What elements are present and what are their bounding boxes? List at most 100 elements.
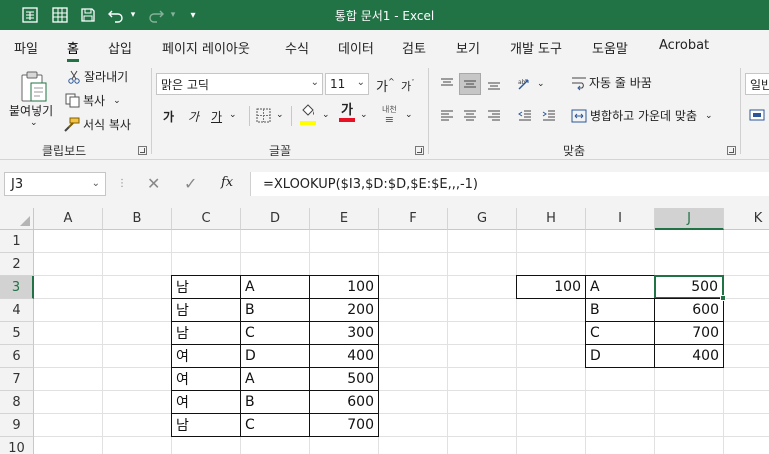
- clipboard-launcher-icon[interactable]: [138, 146, 147, 155]
- column-header-b[interactable]: B: [103, 208, 172, 230]
- tab-view[interactable]: 보기: [456, 38, 480, 57]
- value-cell[interactable]: 400: [309, 344, 379, 368]
- lookup-key-cell[interactable]: A: [585, 275, 655, 299]
- lookup-result-cell[interactable]: 600: [654, 298, 724, 322]
- borders-dropdown-icon[interactable]: ⌄: [276, 110, 284, 120]
- wrap-text-button[interactable]: 자동 줄 바꿈: [571, 74, 652, 91]
- underline-dropdown-icon[interactable]: ⌄: [229, 110, 237, 120]
- font-color-dropdown-icon[interactable]: ⌄: [360, 110, 368, 120]
- orientation-icon[interactable]: ab: [514, 73, 536, 95]
- row-header-1[interactable]: 1: [0, 230, 34, 253]
- gender-cell[interactable]: 남: [171, 413, 241, 437]
- code-cell[interactable]: D: [240, 344, 310, 368]
- gender-cell[interactable]: 남: [171, 275, 241, 299]
- name-box[interactable]: J3 ⌄: [4, 172, 106, 196]
- gender-cell[interactable]: 남: [171, 321, 241, 345]
- value-cell[interactable]: 500: [309, 367, 379, 391]
- column-header-a[interactable]: A: [34, 208, 103, 230]
- cut-button[interactable]: 잘라내기: [66, 68, 128, 85]
- tab-data[interactable]: 데이터: [338, 38, 374, 57]
- tab-developer[interactable]: 개발 도구: [510, 38, 562, 57]
- shrink-font-button[interactable]: 가ˇ: [401, 78, 415, 94]
- formula-bar-splitter-icon[interactable]: ⋮: [117, 178, 127, 189]
- font-name-select[interactable]: 맑은 고딕 ⌄: [156, 73, 323, 95]
- code-cell[interactable]: A: [240, 275, 310, 299]
- column-header-g[interactable]: G: [448, 208, 517, 230]
- tab-acrobat[interactable]: Acrobat: [659, 38, 709, 53]
- tab-home[interactable]: 홈: [67, 38, 79, 62]
- align-center-icon[interactable]: [459, 105, 481, 127]
- merge-center-button[interactable]: 병합하고 가운데 맞춤 ⌄: [571, 107, 713, 124]
- tab-help[interactable]: 도움말: [592, 38, 628, 57]
- value-cell[interactable]: 700: [309, 413, 379, 437]
- lookup-result-cell[interactable]: 400: [654, 344, 724, 368]
- code-cell[interactable]: B: [240, 390, 310, 414]
- lookup-key-cell[interactable]: C: [585, 321, 655, 345]
- code-cell[interactable]: C: [240, 413, 310, 437]
- paste-icon[interactable]: [12, 68, 56, 104]
- lookup-key-cell[interactable]: B: [585, 298, 655, 322]
- align-left-icon[interactable]: [436, 105, 458, 127]
- number-format-select[interactable]: 일반: [745, 73, 769, 95]
- value-cell[interactable]: 100: [309, 275, 379, 299]
- merge-dropdown-icon[interactable]: ⌄: [705, 111, 713, 121]
- tab-review[interactable]: 검토: [402, 38, 426, 57]
- grow-font-button[interactable]: 가 ^: [376, 76, 395, 95]
- insert-function-icon[interactable]: fx: [221, 175, 233, 190]
- font-launcher-icon[interactable]: [415, 146, 424, 155]
- code-cell[interactable]: C: [240, 321, 310, 345]
- value-cell[interactable]: 200: [309, 298, 379, 322]
- row-header-7[interactable]: 7: [0, 368, 34, 391]
- align-right-icon[interactable]: [483, 105, 505, 127]
- column-header-c[interactable]: C: [172, 208, 241, 230]
- column-header-f[interactable]: F: [379, 208, 448, 230]
- tab-page-layout[interactable]: 페이지 레이아웃: [162, 38, 250, 57]
- fill-handle[interactable]: [720, 295, 726, 301]
- font-color-button[interactable]: 가: [339, 104, 355, 122]
- italic-button[interactable]: 가: [188, 108, 199, 125]
- column-header-j[interactable]: J: [655, 208, 724, 230]
- row-header-3[interactable]: 3: [0, 276, 34, 299]
- copy-button[interactable]: 복사 ⌄: [63, 92, 121, 109]
- formula-input[interactable]: =XLOOKUP($I3,$D:$D,$E:$E,,,-1): [250, 172, 769, 196]
- row-header-6[interactable]: 6: [0, 345, 34, 368]
- row-header-5[interactable]: 5: [0, 322, 34, 345]
- font-size-select[interactable]: 11 ⌄: [325, 73, 369, 95]
- column-header-e[interactable]: E: [310, 208, 379, 230]
- gender-cell[interactable]: 여: [171, 367, 241, 391]
- borders-icon[interactable]: [256, 108, 271, 123]
- tab-insert[interactable]: 삽입: [108, 38, 132, 57]
- row-header-10[interactable]: 10: [0, 437, 34, 454]
- active-cell[interactable]: 500: [654, 275, 724, 299]
- bold-button[interactable]: 가: [163, 108, 174, 125]
- select-all-button[interactable]: [0, 208, 34, 230]
- column-header-h[interactable]: H: [517, 208, 586, 230]
- value-cell[interactable]: 600: [309, 390, 379, 414]
- row-header-2[interactable]: 2: [0, 253, 34, 276]
- alignment-launcher-icon[interactable]: [727, 146, 736, 155]
- tab-file[interactable]: 파일: [14, 38, 38, 57]
- column-header-d[interactable]: D: [241, 208, 310, 230]
- copy-dropdown-icon[interactable]: ⌄: [113, 96, 121, 106]
- lookup-key-cell[interactable]: D: [585, 344, 655, 368]
- gender-cell[interactable]: 남: [171, 298, 241, 322]
- row-header-8[interactable]: 8: [0, 391, 34, 414]
- gender-cell[interactable]: 여: [171, 390, 241, 414]
- align-bottom-icon[interactable]: [483, 73, 505, 95]
- code-cell[interactable]: A: [240, 367, 310, 391]
- decrease-indent-icon[interactable]: [514, 105, 536, 127]
- format-painter-button[interactable]: 서식 복사: [63, 116, 131, 133]
- fill-color-button[interactable]: [300, 104, 316, 125]
- align-top-icon[interactable]: [436, 73, 458, 95]
- code-cell[interactable]: B: [240, 298, 310, 322]
- orientation-dropdown-icon[interactable]: ⌄: [537, 79, 545, 89]
- cancel-icon[interactable]: ✕: [147, 174, 160, 193]
- fill-color-dropdown-icon[interactable]: ⌄: [322, 110, 330, 120]
- value-cell[interactable]: 300: [309, 321, 379, 345]
- align-middle-icon[interactable]: [459, 73, 481, 95]
- gender-cell[interactable]: 여: [171, 344, 241, 368]
- increase-indent-icon[interactable]: [538, 105, 560, 127]
- column-header-k[interactable]: K: [724, 208, 769, 230]
- enter-icon[interactable]: ✓: [184, 174, 197, 193]
- accounting-format-icon[interactable]: [749, 108, 765, 122]
